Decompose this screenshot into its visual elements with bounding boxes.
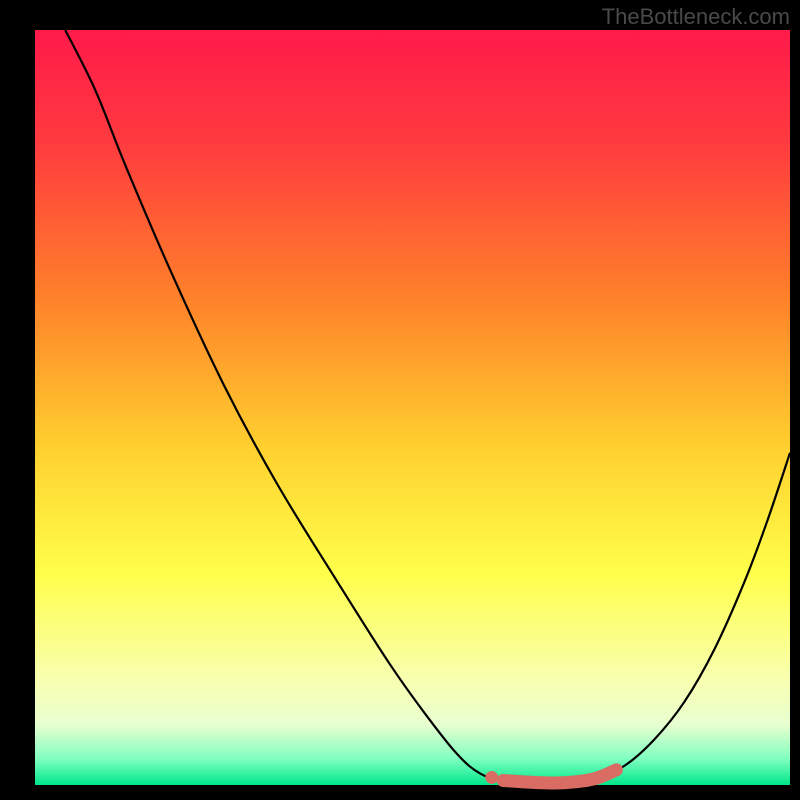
attribution-text: TheBottleneck.com	[602, 4, 790, 30]
plot-background	[35, 30, 790, 785]
bottleneck-chart	[0, 0, 800, 800]
highlight-marker	[485, 771, 498, 784]
chart-container: { "attribution": "TheBottleneck.com", "c…	[0, 0, 800, 800]
